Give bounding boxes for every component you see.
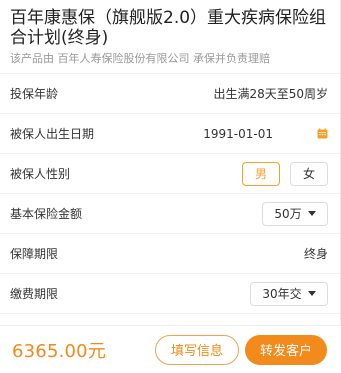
sum-insured-value: 50万 xyxy=(274,207,302,221)
coverage-label: 保障期限 xyxy=(10,247,59,261)
age-label: 投保年龄 xyxy=(10,87,59,101)
payment-value: 30年交 xyxy=(262,287,302,301)
premium-price: 6365.00元 xyxy=(12,340,107,362)
payment-select[interactable]: 30年交 xyxy=(250,281,328,306)
birthdate-picker[interactable]: 1991-01-01 xyxy=(203,127,328,141)
chevron-down-icon xyxy=(307,291,316,296)
product-title: 百年康惠保（旗舰版2.0）重大疾病保险组合计划(终身) xyxy=(10,8,327,48)
birthdate-value[interactable]: 1991-01-01 xyxy=(203,127,273,141)
sum-insured-select[interactable]: 50万 xyxy=(262,201,328,226)
coverage-row: 保障期限 终身 xyxy=(0,234,340,274)
chevron-down-icon xyxy=(307,211,316,216)
quote-form: 投保年龄 出生满28天至50周岁 被保人出生日期 1991-01-01 被保人性… xyxy=(0,73,340,314)
share-customer-button[interactable]: 转发客户 xyxy=(245,334,327,365)
insurance-quote-page: 百年康惠保（旗舰版2.0）重大疾病保险组合计划(终身) 该产品由 百年人寿保险股… xyxy=(0,0,341,373)
underwriter-note: 该产品由 百年人寿保险股份有限公司 承保并负责理赔 xyxy=(10,52,270,65)
birthdate-label: 被保人出生日期 xyxy=(10,127,95,141)
payment-label: 缴费期限 xyxy=(10,287,59,301)
fill-info-button[interactable]: 填写信息 xyxy=(155,334,239,365)
age-row: 投保年龄 出生满28天至50周岁 xyxy=(0,74,340,114)
action-buttons: 填写信息 转发客户 xyxy=(155,334,327,365)
birthdate-row[interactable]: 被保人出生日期 1991-01-01 xyxy=(0,114,340,154)
age-value: 出生满28天至50周岁 xyxy=(213,87,328,101)
coverage-value: 终身 xyxy=(303,247,328,261)
sum-insured-row: 基本保险金额 50万 xyxy=(0,194,340,234)
gender-male-button[interactable]: 男 xyxy=(242,161,280,186)
gender-toggle: 男 女 xyxy=(242,161,328,186)
gender-label: 被保人性别 xyxy=(10,167,71,181)
calendar-icon[interactable] xyxy=(317,128,328,139)
sum-insured-label: 基本保险金额 xyxy=(10,207,83,221)
product-header: 百年康惠保（旗舰版2.0）重大疾病保险组合计划(终身) 该产品由 百年人寿保险股… xyxy=(0,0,340,67)
bottom-bar: 6365.00元 填写信息 转发客户 xyxy=(0,325,341,373)
gender-row: 被保人性别 男 女 xyxy=(0,154,340,194)
gender-female-button[interactable]: 女 xyxy=(290,161,328,186)
payment-row: 缴费期限 30年交 xyxy=(0,274,340,314)
